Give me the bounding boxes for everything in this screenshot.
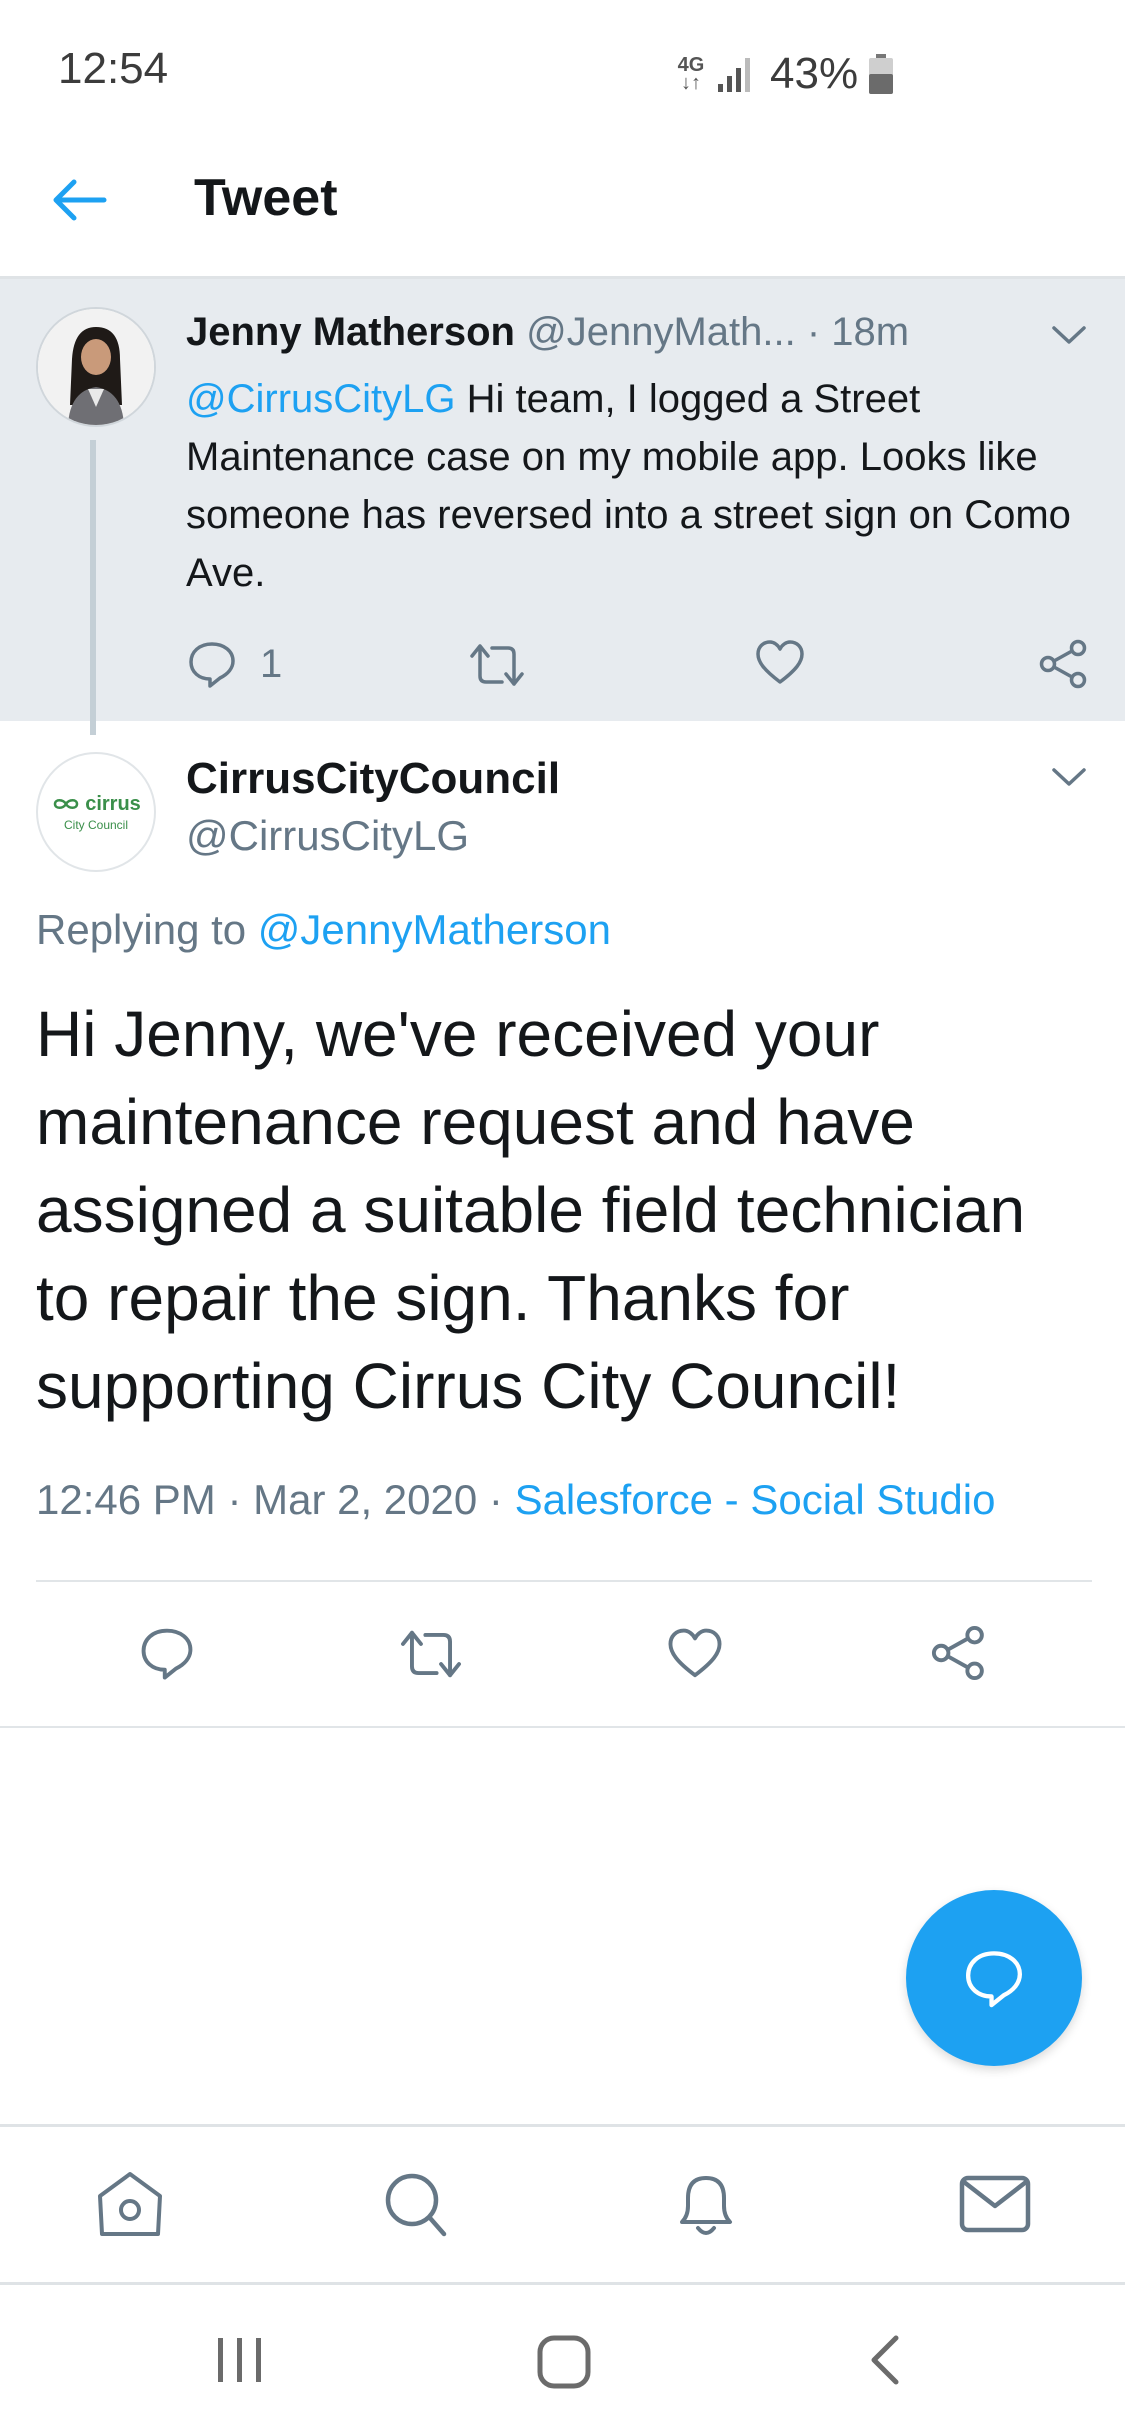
chevron-down-icon: [1052, 768, 1086, 786]
search-icon: [385, 2173, 447, 2237]
reply-action[interactable]: 1: [186, 638, 282, 690]
chevron-left-icon: [871, 2335, 899, 2385]
retweet-button[interactable]: [398, 1626, 464, 1682]
infinity-logo-icon: [53, 799, 79, 809]
replying-to-link[interactable]: @JennyMatherson: [258, 906, 611, 953]
thread-line: [90, 440, 96, 735]
share-icon: [1039, 639, 1087, 689]
retweet-icon: [470, 644, 524, 686]
bottom-nav-divider: [0, 2124, 1125, 2127]
share-button[interactable]: [930, 1624, 988, 1682]
recent-apps-button[interactable]: [212, 2332, 268, 2388]
retweet-icon: [401, 1630, 461, 1678]
reply-icon: [189, 642, 235, 688]
like-action[interactable]: [754, 638, 806, 688]
council-logo: cirrus: [51, 793, 141, 816]
council-logo-word: cirrus: [85, 792, 141, 815]
tweet-source-link[interactable]: Salesforce - Social Studio: [515, 1476, 996, 1523]
page-title: Tweet: [194, 169, 338, 227]
tweet-meta: 12:46 PM · Mar 2, 2020 · Salesforce - So…: [36, 1476, 995, 1524]
nav-notifications[interactable]: [668, 2166, 744, 2242]
battery-percent: 43%: [770, 49, 859, 98]
nav-search[interactable]: [378, 2168, 454, 2240]
bell-icon: [680, 2176, 732, 2235]
tweet-text: Hi Jenny, we've received your maintenanc…: [36, 998, 1026, 1422]
avatar-image: [38, 309, 154, 425]
mail-icon: [959, 2175, 1031, 2233]
reply-icon: [141, 1628, 193, 1680]
status-indicators: 4G ↓↑ 43%: [676, 44, 894, 104]
reply-count: 1: [260, 641, 283, 686]
share-action[interactable]: [1038, 638, 1090, 690]
tweet-age: · 18m: [806, 310, 910, 354]
parent-menu-button[interactable]: [1044, 310, 1094, 360]
nav-messages[interactable]: [956, 2172, 1036, 2236]
arrow-left-icon: [53, 179, 107, 221]
reply-button[interactable]: [138, 1624, 196, 1682]
heart-icon: [756, 640, 804, 684]
share-icon: [931, 1625, 984, 1681]
system-back-button[interactable]: [862, 2332, 910, 2388]
avatar-jenny[interactable]: [36, 307, 156, 427]
reply-menu-button[interactable]: [1044, 752, 1094, 802]
recent-apps-icon: [218, 2338, 261, 2382]
back-button[interactable]: [40, 160, 120, 240]
author-handle[interactable]: @JennyMath...: [526, 310, 796, 354]
chevron-down-icon: [1052, 326, 1086, 344]
replying-label: Replying to: [36, 906, 258, 953]
compose-reply-icon: [966, 1951, 1022, 2008]
system-home-button[interactable]: [534, 2332, 594, 2392]
author-handle[interactable]: @CirrusCityLG: [186, 812, 469, 860]
signal-icon: [718, 58, 750, 92]
tweet-divider: [0, 1726, 1125, 1728]
avatar-cirrus-council[interactable]: cirrus City Council: [36, 752, 156, 872]
heart-icon: [668, 1628, 722, 1678]
home-icon: [98, 2172, 162, 2236]
home-square-icon: [537, 2335, 591, 2389]
battery-icon: [869, 54, 894, 94]
replying-to: Replying to @JennyMatherson: [36, 906, 611, 954]
mention-link[interactable]: @CirrusCityLG: [186, 377, 456, 421]
author-name[interactable]: Jenny Matherson: [186, 310, 515, 354]
nav-home[interactable]: [92, 2168, 168, 2240]
network-indicator: 4G ↓↑: [677, 54, 705, 94]
author-name[interactable]: CirrusCityCouncil: [186, 754, 560, 804]
compose-reply-button[interactable]: [906, 1890, 1082, 2066]
status-time: 12:54: [58, 44, 169, 93]
parent-tweet-text: @CirrusCityLG Hi team, I logged a Street…: [186, 370, 1086, 602]
meta-divider: [36, 1580, 1092, 1582]
network-type: 4G: [677, 54, 705, 76]
parent-tweet-header: Jenny Matherson @JennyMath... · 18m: [186, 310, 1006, 355]
council-logo-subtitle: City Council: [63, 817, 129, 832]
retweet-action[interactable]: [468, 640, 526, 690]
like-button[interactable]: [666, 1626, 724, 1682]
tweet-timestamp: 12:46 PM · Mar 2, 2020 ·: [36, 1476, 515, 1523]
